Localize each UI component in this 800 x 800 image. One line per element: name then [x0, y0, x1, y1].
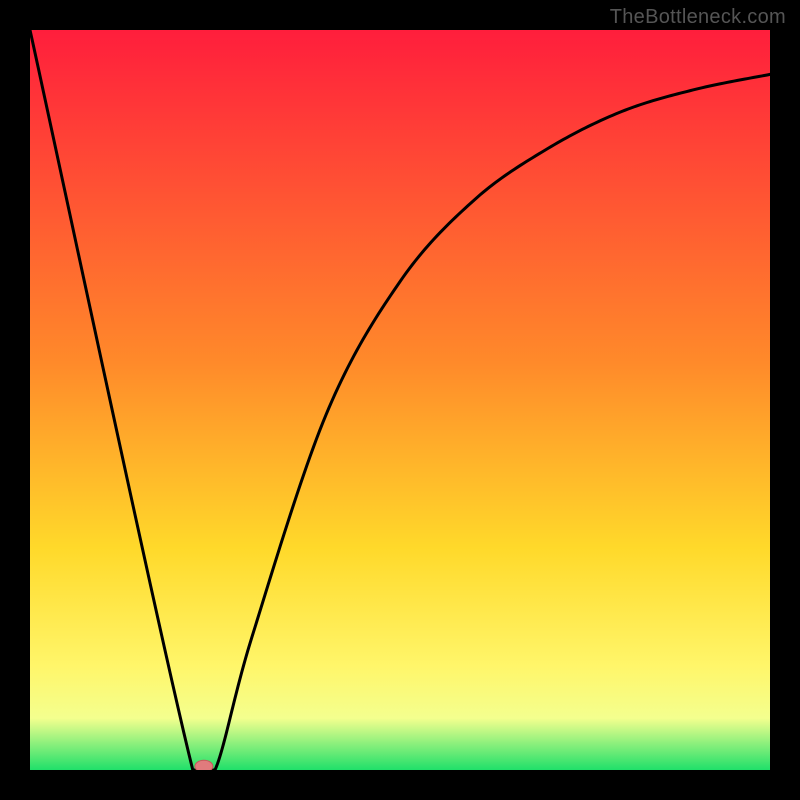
chart-background: [30, 30, 770, 770]
chart-frame: TheBottleneck.com: [0, 0, 800, 800]
attribution-label: TheBottleneck.com: [610, 6, 786, 29]
bottleneck-chart: [30, 30, 770, 770]
minimum-marker: [195, 760, 213, 770]
